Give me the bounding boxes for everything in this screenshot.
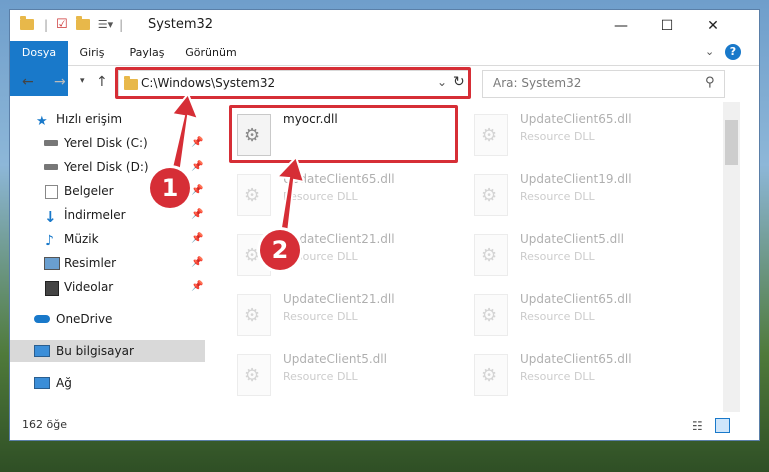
- step-2-badge: 2: [260, 230, 300, 270]
- annotation-arrows: [166, 92, 306, 252]
- explorer-window: | ☑ ☰▾ | System32 — ☐ ✕ Dosya Giriş Payl…: [10, 10, 759, 440]
- step-1-badge: 1: [150, 168, 190, 208]
